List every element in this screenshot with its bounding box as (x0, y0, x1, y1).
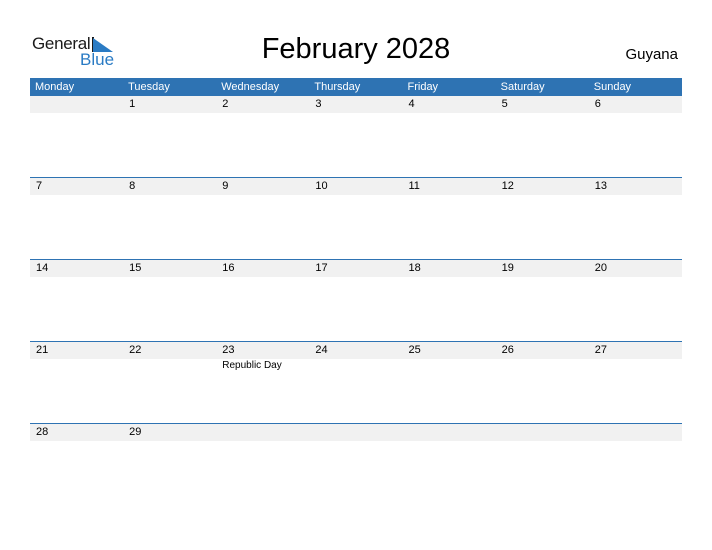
day-number: 10 (315, 180, 328, 192)
weekday-wednesday: Wednesday (221, 81, 280, 93)
day-number: 21 (36, 344, 49, 356)
day-number: 12 (501, 180, 514, 192)
day-number: 13 (594, 180, 607, 192)
weekday-sunday: Sunday (593, 81, 632, 93)
day-number: 27 (594, 344, 607, 356)
date-row: 28 29 (30, 424, 682, 441)
weekday-saturday: Saturday (500, 81, 545, 93)
calendar-week: 1 2 3 4 5 6 (30, 96, 682, 177)
holiday-label: Republic Day (222, 360, 282, 371)
day-number (589, 424, 682, 441)
day-number: 3 (315, 98, 322, 110)
day-number: 4 (408, 98, 415, 110)
holiday-label (30, 359, 123, 372)
weekday-tuesday: Tuesday (128, 81, 170, 93)
day-number: 26 (501, 344, 514, 356)
date-row: 1 2 3 4 5 6 (30, 96, 682, 113)
day-number: 20 (594, 262, 607, 274)
day-number (216, 424, 309, 441)
day-number: 17 (315, 262, 328, 274)
day-number: 24 (315, 344, 328, 356)
day-number: 2 (222, 98, 229, 110)
day-number (403, 424, 496, 441)
day-number: 7 (36, 180, 43, 192)
date-row: 21 22 23 24 25 26 27 (30, 342, 682, 359)
day-number (30, 96, 123, 113)
day-number: 6 (594, 98, 601, 110)
weekday-monday: Monday (35, 81, 75, 93)
calendar-title: February 2028 (261, 33, 451, 65)
calendar-week: 28 29 (30, 423, 682, 505)
day-number: 8 (129, 180, 136, 192)
day-number (496, 424, 589, 441)
holiday-label (496, 359, 589, 372)
calendar-grid: Monday Tuesday Wednesday Thursday Friday… (30, 78, 682, 505)
holiday-label (589, 359, 682, 372)
calendar-week: 21 22 23 24 25 26 27 Republic Day (30, 341, 682, 423)
weekday-friday: Friday (407, 81, 439, 93)
country-label: Guyana (625, 46, 678, 63)
calendar-week: 7 8 9 10 11 12 13 (30, 177, 682, 259)
date-row: 7 8 9 10 11 12 13 (30, 178, 682, 195)
weekday-header: Monday Tuesday Wednesday Thursday Friday… (30, 78, 682, 96)
day-number: 29 (129, 426, 142, 438)
day-number: 1 (129, 98, 136, 110)
holiday-label (403, 359, 496, 372)
day-number: 5 (501, 98, 508, 110)
day-number: 15 (129, 262, 142, 274)
day-number (309, 424, 402, 441)
day-number: 28 (36, 426, 49, 438)
day-number: 11 (408, 180, 420, 192)
day-number: 23 (222, 344, 235, 356)
day-number: 19 (501, 262, 514, 274)
day-number: 16 (222, 262, 235, 274)
day-number: 22 (129, 344, 142, 356)
event-row: Republic Day (30, 359, 682, 372)
calendar-week: 14 15 16 17 18 19 20 (30, 259, 682, 341)
day-number: 18 (408, 262, 421, 274)
holiday-label (309, 359, 402, 372)
holiday-label (123, 359, 216, 372)
day-number: 14 (36, 262, 49, 274)
date-row: 14 15 16 17 18 19 20 (30, 260, 682, 277)
day-number: 9 (222, 180, 229, 192)
day-number: 25 (408, 344, 421, 356)
weekday-thursday: Thursday (314, 81, 361, 93)
